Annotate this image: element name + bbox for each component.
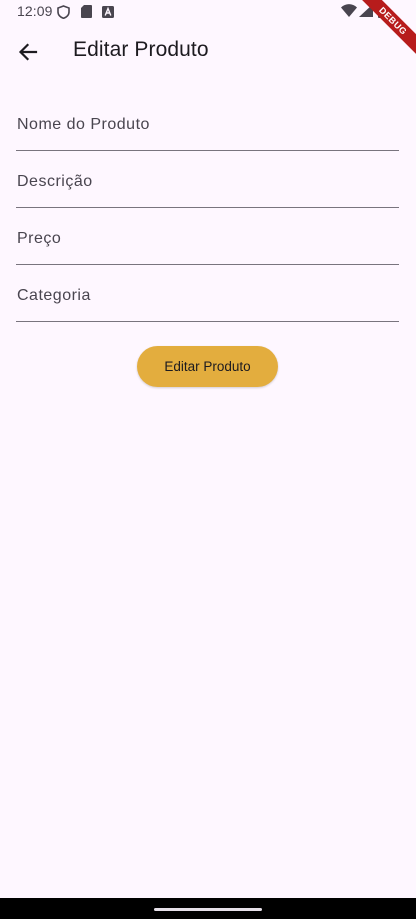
description-input[interactable] — [16, 157, 399, 207]
price-input[interactable] — [16, 214, 399, 264]
product-name-input[interactable] — [16, 100, 399, 150]
home-gesture-handle[interactable] — [154, 908, 262, 911]
page-title: Editar Produto — [73, 38, 209, 61]
category-input[interactable] — [16, 271, 399, 321]
wifi-icon — [341, 4, 357, 22]
edit-product-button[interactable]: Editar Produto — [137, 346, 278, 387]
back-button[interactable] — [8, 28, 48, 76]
sd-card-icon — [81, 5, 92, 23]
app-bar: Editar Produto — [0, 24, 416, 80]
category-field[interactable] — [16, 271, 399, 322]
price-field[interactable] — [16, 214, 399, 265]
a-badge-icon — [102, 5, 114, 23]
system-navigation-bar — [0, 898, 416, 919]
shield-icon — [57, 5, 70, 24]
status-bar: 12:09 — [0, 0, 416, 24]
product-name-field[interactable] — [16, 100, 399, 151]
status-time: 12:09 — [17, 3, 53, 19]
description-field[interactable] — [16, 157, 399, 208]
arrow-back-icon — [18, 42, 38, 62]
